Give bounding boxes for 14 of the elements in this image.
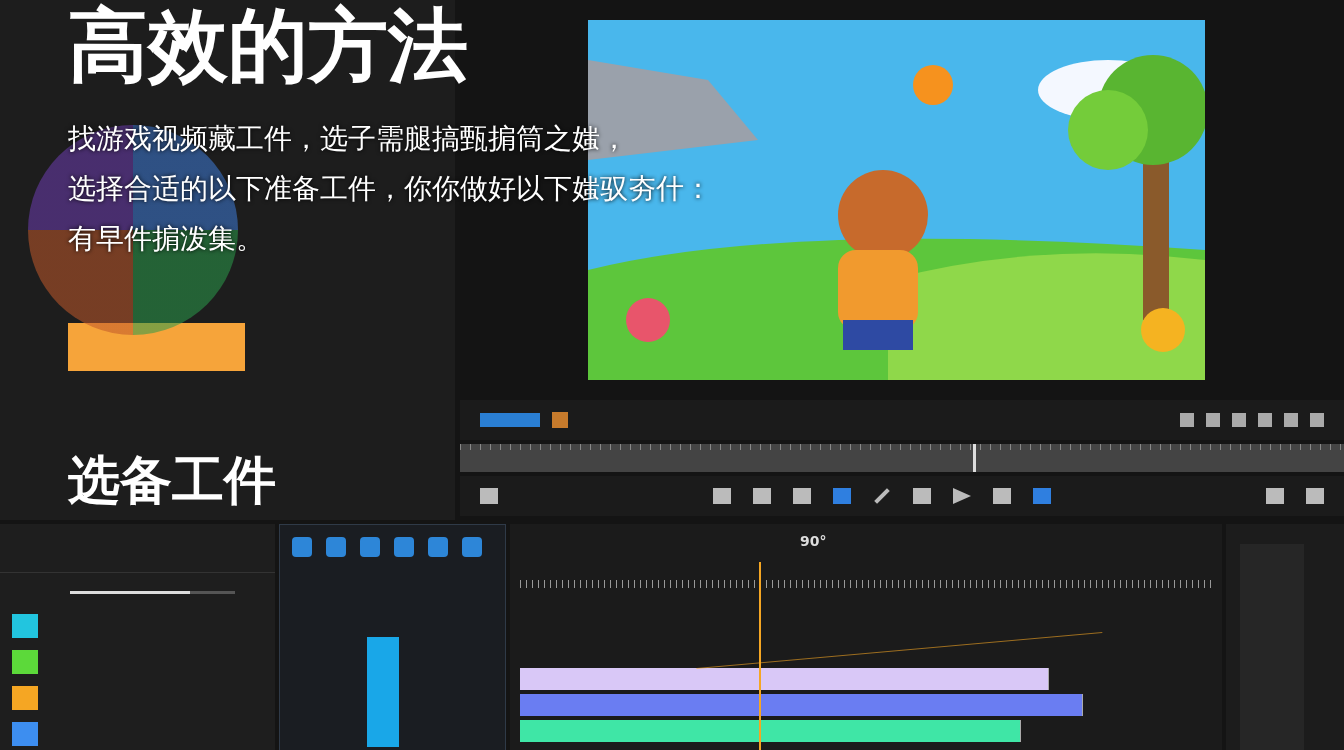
timeline-clip[interactable]	[840, 720, 1022, 742]
timeline-clip[interactable]	[868, 694, 1083, 716]
timeline-clip[interactable]	[520, 720, 595, 742]
play-icon[interactable]	[953, 488, 971, 504]
playhead-marker[interactable]	[972, 444, 976, 472]
playhead[interactable]	[759, 562, 762, 750]
section-heading: 选备工件	[68, 449, 277, 512]
timeline-clip[interactable]	[520, 694, 870, 716]
description-line: 有早件掮泼集。	[68, 221, 264, 257]
angle-value: 90°	[800, 533, 827, 549]
page-title: 高效的方法	[68, 2, 469, 90]
timeline-clip[interactable]	[930, 668, 1050, 690]
timeline-clip[interactable]	[520, 668, 623, 690]
opacity-slider[interactable]	[70, 591, 235, 594]
